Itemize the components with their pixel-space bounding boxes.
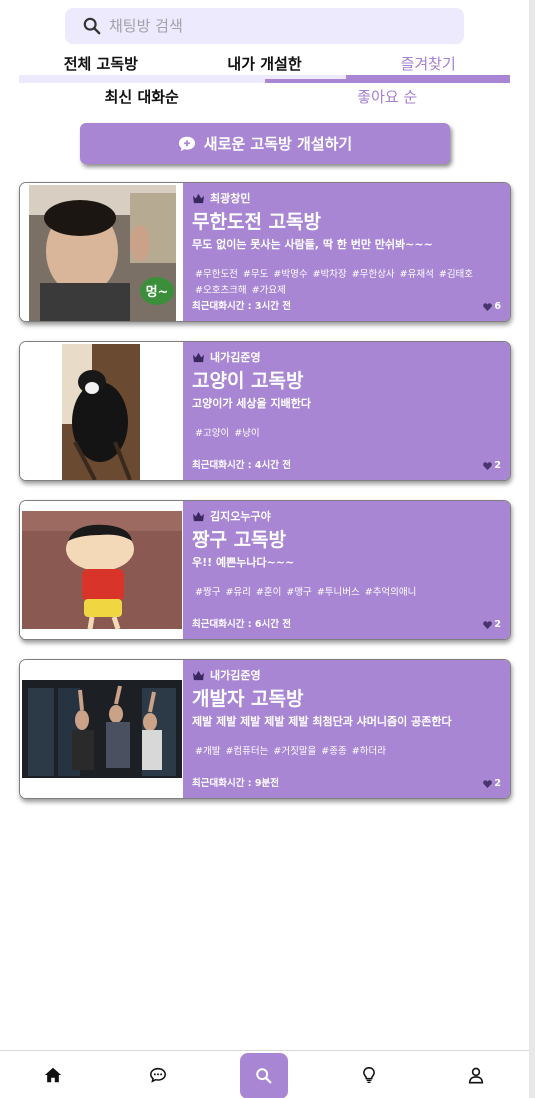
nav-search[interactable] xyxy=(240,1053,288,1098)
scrollbar[interactable] xyxy=(529,0,535,1098)
like-number: 2 xyxy=(494,460,501,471)
tag[interactable]: #거짓말을 xyxy=(273,744,316,760)
tag[interactable]: #투니버스 xyxy=(317,585,360,601)
like-count[interactable]: 2 xyxy=(483,619,501,630)
nav-profile[interactable] xyxy=(452,1051,500,1098)
heart-icon xyxy=(483,779,493,788)
tag[interactable]: #냥이 xyxy=(234,426,259,442)
heart-icon xyxy=(483,302,493,311)
tag[interactable]: #오호츠크해 xyxy=(195,283,247,299)
search-input[interactable] xyxy=(109,17,409,35)
last-chat-time: 최근대화시간 : 4시간 전 xyxy=(192,460,291,471)
tag[interactable]: #김태호 xyxy=(439,267,473,283)
room-card-2[interactable]: 내가김준영 고양이 고독방 고양이가 세상을 지배한다 #고양이 #냥이 최근대화… xyxy=(19,341,511,481)
tag[interactable]: #유리 xyxy=(225,585,250,601)
crown-icon xyxy=(193,193,204,203)
room-title: 개발자 고독방 xyxy=(192,688,304,710)
owner-name: 내가김준영 xyxy=(210,351,261,364)
search-icon xyxy=(83,17,101,35)
tag[interactable]: #유재석 xyxy=(400,267,434,283)
room-tags: #고양이 #냥이 xyxy=(195,426,502,442)
new-room-label: 새로운 고독방 개설하기 xyxy=(203,135,353,153)
sort-likes[interactable]: 좋아요 순 xyxy=(265,83,511,110)
last-chat-time: 최근대화시간 : 9분전 xyxy=(192,778,279,789)
last-chat-time: 최근대화시간 : 6시간 전 xyxy=(192,619,291,630)
tab-indicator xyxy=(19,75,510,83)
room-tags: #무한도전 #무도 #박명수 #박차장 #무한상사 #유재석 #김태호 #오호츠크해 #가요제 xyxy=(195,267,502,299)
bottom-nav xyxy=(0,1050,529,1098)
tag[interactable]: #종종 xyxy=(321,744,346,760)
room-thumbnail-2 xyxy=(20,342,183,480)
tag[interactable]: #고양이 xyxy=(195,426,229,442)
lightbulb-icon xyxy=(363,1067,375,1084)
room-card-3[interactable]: 김지오누구야 짱구 고독방 우!! 예쁜누나다~~~ #짱구 #유리 #훈이 #맹구 #… xyxy=(19,500,511,640)
room-description: 우!! 예쁜누나다~~~ xyxy=(192,556,295,569)
heart-icon xyxy=(483,620,493,629)
like-number: 6 xyxy=(494,301,501,312)
like-count[interactable]: 2 xyxy=(483,460,501,471)
room-thumbnail-1: 멍~ xyxy=(20,183,183,321)
room-info-1: 최광창민 무한도전 고독방 무도 없이는 못사는 사람들, 딱 한 번만 만쉬봐… xyxy=(183,183,510,321)
like-number: 2 xyxy=(494,778,501,789)
like-count[interactable]: 6 xyxy=(483,301,501,312)
room-description: 고양이가 세상을 지배한다 xyxy=(192,397,311,410)
sort-recent-chat[interactable]: 최신 대화순 xyxy=(19,83,265,110)
room-description: 무도 없이는 못사는 사람들, 딱 한 번만 만쉬봐~~~ xyxy=(192,238,433,251)
room-title: 무한도전 고독방 xyxy=(192,211,321,233)
chat-icon xyxy=(150,1067,166,1083)
tag[interactable]: #무도 xyxy=(243,267,268,283)
user-icon xyxy=(468,1067,484,1084)
thumb-caption: 멍~ xyxy=(146,284,169,300)
owner-name: 최광창민 xyxy=(210,192,251,205)
room-info-2: 내가김준영 고양이 고독방 고양이가 세상을 지배한다 #고양이 #냥이 최근대화… xyxy=(183,342,510,480)
tag[interactable]: #박명수 xyxy=(273,267,307,283)
nav-chat[interactable] xyxy=(134,1051,182,1098)
room-info-3: 김지오누구야 짱구 고독방 우!! 예쁜누나다~~~ #짱구 #유리 #훈이 #맹구 #… xyxy=(183,501,510,639)
tag[interactable]: #하더라 xyxy=(352,744,386,760)
like-count[interactable]: 2 xyxy=(483,778,501,789)
room-thumbnail-4 xyxy=(20,660,183,798)
crown-icon xyxy=(193,670,204,680)
new-room-button[interactable]: 새로운 고독방 개설하기 xyxy=(80,123,450,164)
tag[interactable]: #박차장 xyxy=(313,267,347,283)
room-thumbnail-3 xyxy=(20,501,183,639)
tag[interactable]: #컴퓨터는 xyxy=(225,744,268,760)
like-number: 2 xyxy=(494,619,501,630)
tag[interactable]: #추억의애니 xyxy=(365,585,417,601)
room-info-4: 내가김준영 개발자 고독방 제발 제발 제발 제발 제발 최첨단과 샤머니즘이 … xyxy=(183,660,510,798)
room-title: 짱구 고독방 xyxy=(192,529,287,551)
tag[interactable]: #맹구 xyxy=(286,585,311,601)
room-tags: #개발 #컴퓨터는 #거짓말을 #종종 #하더라 xyxy=(195,744,502,760)
tag[interactable]: #훈이 xyxy=(256,585,281,601)
owner-name: 김지오누구야 xyxy=(210,510,271,523)
room-owner: 김지오누구야 xyxy=(192,508,501,524)
room-title: 고양이 고독방 xyxy=(192,370,304,392)
room-tags: #짱구 #유리 #훈이 #맹구 #투니버스 #추억의애니 xyxy=(195,585,502,601)
search-icon xyxy=(256,1068,272,1084)
owner-name: 내가김준영 xyxy=(210,669,261,682)
room-card-1[interactable]: 멍~ 최광창민 무한도전 고독방 무도 없이는 못사는 사람들, 딱 한 번만 … xyxy=(19,182,511,322)
tag[interactable]: #짱구 xyxy=(195,585,220,601)
tag[interactable]: #가요제 xyxy=(252,283,286,299)
tag[interactable]: #무한상사 xyxy=(352,267,395,283)
tag[interactable]: #무한도전 xyxy=(195,267,238,283)
nav-home[interactable] xyxy=(29,1051,77,1098)
room-owner: 내가김준영 xyxy=(192,667,501,683)
room-card-4[interactable]: 내가김준영 개발자 고독방 제발 제발 제발 제발 제발 최첨단과 샤머니즘이 … xyxy=(19,659,511,799)
room-owner: 내가김준영 xyxy=(192,349,501,365)
crown-icon xyxy=(193,352,204,362)
chat-plus-icon xyxy=(178,136,195,151)
search-bar[interactable] xyxy=(65,8,464,44)
room-owner: 최광창민 xyxy=(192,190,501,206)
heart-icon xyxy=(483,461,493,470)
tag[interactable]: #개발 xyxy=(195,744,220,760)
crown-icon xyxy=(193,511,204,521)
last-chat-time: 최근대화시간 : 3시간 전 xyxy=(192,301,291,312)
home-icon xyxy=(44,1067,62,1083)
nav-ideas[interactable] xyxy=(345,1051,393,1098)
sort-options: 최신 대화순 좋아요 순 xyxy=(19,83,510,110)
room-description: 제발 제발 제발 제발 제발 최첨단과 샤머니즘이 공존한다 xyxy=(192,715,452,728)
